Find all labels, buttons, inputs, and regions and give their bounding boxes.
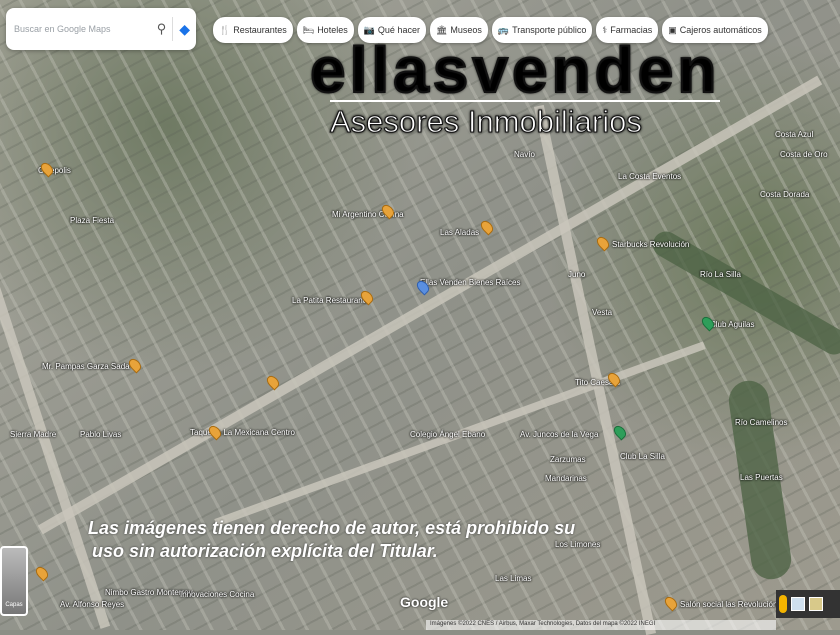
map-label[interactable]: Las Aladas: [440, 228, 479, 237]
map-label[interactable]: Mr. Pampas Garza Sada: [42, 362, 130, 371]
map-label[interactable]: Ellas Venden Bienes Raíces: [420, 278, 521, 287]
map-label[interactable]: Club Aguilas: [710, 320, 754, 329]
watermark-logo: ellasvenden Asesores Inmobiliarios: [309, 34, 721, 140]
search-icon[interactable]: ⚲: [157, 21, 167, 37]
map-label[interactable]: Zarzumas: [550, 455, 586, 464]
divider: [172, 17, 174, 41]
map-label[interactable]: Costa Dorada: [760, 190, 809, 199]
watermark-line-1: Las imágenes tienen derecho de autor, es…: [88, 518, 576, 538]
map-controls: [776, 590, 840, 618]
chip-restaurantes[interactable]: 🍴 Restaurantes: [213, 17, 293, 43]
pegman-icon[interactable]: [779, 595, 787, 613]
map-label[interactable]: Costa de Oro: [780, 150, 828, 159]
map-label[interactable]: Sierra Madre: [10, 430, 56, 439]
logo-name: ellasvenden: [309, 34, 721, 106]
fork-knife-icon: 🍴: [219, 24, 231, 35]
map-label[interactable]: Colegio Ángel Ebano: [410, 430, 485, 439]
map-label[interactable]: Taquería La Mexicana Centro: [190, 428, 295, 437]
map-label[interactable]: Las Puertas: [740, 473, 783, 482]
map-label[interactable]: Vesta: [592, 308, 612, 317]
logo-tagline: Asesores Inmobiliarios: [329, 100, 721, 140]
watermark-line-2: uso sin autorización explícita del Titul…: [92, 541, 438, 561]
layers-label: Capas: [5, 602, 23, 608]
map-label[interactable]: Las Limas: [495, 574, 531, 583]
map-label[interactable]: Innovaciones Cocina: [180, 590, 254, 599]
search-box[interactable]: Buscar en Google Maps ⚲ ◆: [6, 8, 196, 50]
map-attribution: Imágenes ©2022 CNES / Airbus, Maxar Tech…: [426, 620, 776, 630]
map-label[interactable]: Mandarinas: [545, 474, 587, 483]
search-input[interactable]: Buscar en Google Maps: [14, 24, 157, 34]
map-label[interactable]: Costa Azul: [775, 130, 813, 139]
map-label[interactable]: Starbucks Revolución: [612, 240, 689, 249]
map-label[interactable]: Plaza Fiesta: [70, 216, 114, 225]
map-label[interactable]: Club La Silla: [620, 452, 665, 461]
directions-icon[interactable]: ◆: [179, 21, 190, 38]
map-label[interactable]: Navío: [514, 150, 535, 159]
layers-button[interactable]: Capas: [0, 546, 28, 616]
map-label[interactable]: La Costa Eventos: [618, 172, 681, 181]
map-label[interactable]: Av. Juncos de la Vega: [520, 430, 598, 439]
map-label[interactable]: La Patita Restaurante: [292, 296, 369, 305]
map-label[interactable]: Av. Alfonso Reyes: [60, 600, 124, 609]
map-view-thumbnail[interactable]: [791, 597, 805, 611]
map-label[interactable]: Salón social las Revolución: [680, 600, 777, 609]
chip-label: Restaurantes: [233, 25, 287, 35]
map-label[interactable]: Juno: [568, 270, 585, 279]
map-label[interactable]: Pablo Livas: [80, 430, 121, 439]
terrain-view-thumbnail[interactable]: [809, 597, 823, 611]
map-label[interactable]: Río La Silla: [700, 270, 741, 279]
google-logo: Google: [400, 594, 449, 610]
map-label[interactable]: Río Camelinos: [735, 418, 787, 427]
copyright-watermark: Las imágenes tienen derecho de autor, es…: [88, 517, 575, 563]
